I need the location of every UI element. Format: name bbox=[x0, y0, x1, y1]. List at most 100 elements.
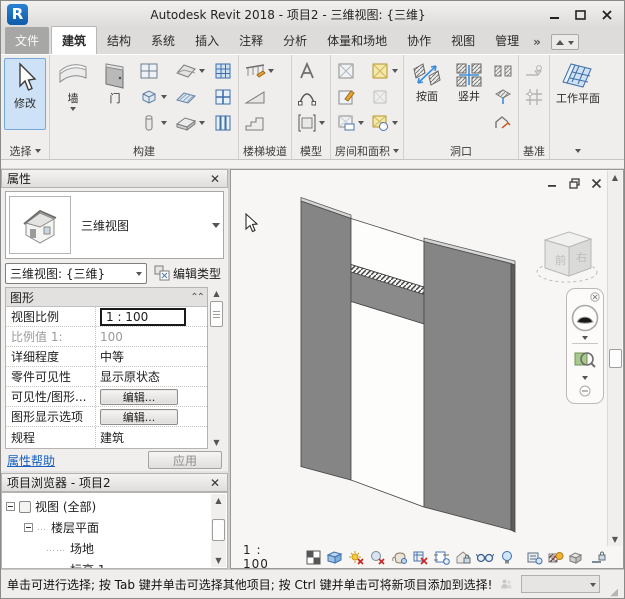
roof-button[interactable] bbox=[173, 58, 207, 83]
tab-annotate[interactable]: 注释 bbox=[229, 27, 273, 54]
instance-selector[interactable]: 三维视图: {三维} bbox=[5, 263, 147, 284]
view-cube-right-label[interactable]: 右 bbox=[576, 250, 587, 264]
edit-type-button[interactable]: 编辑类型 bbox=[151, 263, 224, 284]
view-cube-front-label[interactable]: 前 bbox=[555, 253, 566, 267]
properties-title-bar[interactable]: 属性 ✕ bbox=[1, 169, 228, 188]
ribbon-collapse-button[interactable] bbox=[551, 34, 579, 50]
tree-item-views[interactable]: 视图 (全部) bbox=[6, 496, 227, 517]
scroll-up-icon[interactable]: ▲ bbox=[213, 287, 219, 300]
column-button[interactable] bbox=[137, 110, 169, 135]
reveal-hidden-elements-icon[interactable] bbox=[498, 549, 515, 566]
navbar-close-icon[interactable] bbox=[590, 292, 600, 302]
view-close-icon[interactable] bbox=[591, 178, 602, 189]
revit-logo-icon[interactable]: R bbox=[7, 4, 28, 25]
tab-systems[interactable]: 系统 bbox=[141, 27, 185, 54]
detail-level-icon[interactable] bbox=[305, 549, 322, 566]
properties-help-link[interactable]: 属性帮助 bbox=[7, 452, 55, 469]
tag-room-button[interactable] bbox=[334, 110, 366, 135]
mullion-button[interactable] bbox=[211, 110, 235, 135]
scroll-up-icon[interactable]: ▲ bbox=[612, 171, 618, 184]
properties-close-icon[interactable]: ✕ bbox=[208, 172, 222, 186]
property-row[interactable]: 图形显示选项 编辑... bbox=[6, 407, 207, 427]
steering-wheel-icon[interactable] bbox=[570, 303, 600, 333]
window-button[interactable] bbox=[137, 58, 169, 83]
curtain-system-button[interactable] bbox=[211, 58, 235, 83]
scrollbar-thumb[interactable] bbox=[210, 301, 223, 327]
model-line-button[interactable] bbox=[295, 84, 327, 109]
room-button[interactable] bbox=[334, 58, 366, 83]
floor-button[interactable] bbox=[173, 110, 207, 135]
browser-title-bar[interactable]: 项目浏览器 - 项目2 ✕ bbox=[1, 473, 228, 492]
maximize-icon[interactable] bbox=[574, 8, 588, 22]
collapse-expander-icon[interactable] bbox=[24, 523, 33, 532]
panel-label-room-area[interactable]: 房间和面积 bbox=[331, 142, 403, 159]
scrollbar-thumb[interactable] bbox=[212, 519, 225, 541]
sun-path-icon[interactable] bbox=[347, 549, 364, 566]
tab-structure[interactable]: 结构 bbox=[97, 27, 141, 54]
view-scale-input[interactable]: 1 : 100 bbox=[100, 308, 186, 326]
panel-label-select[interactable]: 选择 bbox=[1, 142, 49, 159]
temporary-hide-isolate-icon[interactable] bbox=[476, 549, 494, 566]
tab-overflow-icon[interactable]: » bbox=[529, 30, 545, 54]
tab-analyze[interactable]: 分析 bbox=[273, 27, 317, 54]
view-scale-button[interactable]: 1 : 100 bbox=[243, 543, 291, 569]
locked-3d-view-icon[interactable] bbox=[455, 549, 472, 566]
view-restore-icon[interactable] bbox=[569, 178, 580, 189]
browser-close-icon[interactable]: ✕ bbox=[208, 476, 222, 490]
type-selector[interactable]: 三维视图 bbox=[5, 191, 224, 259]
railing-button[interactable] bbox=[242, 58, 276, 83]
canvas-vertical-scrollbar[interactable]: ▲ ▼ bbox=[607, 171, 622, 546]
panel-label-work-plane[interactable] bbox=[550, 142, 606, 159]
opening-by-face-button[interactable]: 按面 bbox=[407, 58, 447, 104]
worksharing-display-icon[interactable] bbox=[547, 549, 564, 566]
door-button[interactable]: 门 bbox=[95, 58, 135, 106]
property-row[interactable]: 视图比例 1 : 100 bbox=[6, 307, 207, 327]
shaft-opening-button[interactable]: 竖井 bbox=[449, 58, 489, 104]
wall-button[interactable]: 墙 bbox=[53, 58, 93, 111]
tab-architecture[interactable]: 建筑 bbox=[51, 26, 97, 54]
wall-opening-button[interactable] bbox=[491, 58, 515, 83]
stair-button[interactable] bbox=[242, 110, 276, 135]
tab-file[interactable]: 文件 bbox=[5, 27, 49, 54]
work-plane-button[interactable]: 工作平面 bbox=[553, 58, 603, 106]
minimize-icon[interactable] bbox=[548, 8, 562, 22]
tab-manage[interactable]: 管理 bbox=[485, 27, 529, 54]
crop-view-icon[interactable] bbox=[412, 549, 429, 566]
tree-item-floor-plans[interactable]: … 楼层平面 bbox=[6, 517, 227, 538]
view-cube[interactable]: 前 右 bbox=[531, 218, 609, 290]
tree-item-site[interactable]: …… 场地 bbox=[6, 538, 227, 559]
curtain-grid-button[interactable] bbox=[211, 84, 235, 109]
area-boundary-button[interactable] bbox=[368, 84, 400, 109]
tab-view[interactable]: 视图 bbox=[441, 27, 485, 54]
visibility-graphics-edit-button[interactable]: 编辑... bbox=[100, 389, 178, 405]
ramp-button[interactable] bbox=[242, 84, 276, 109]
vertical-opening-button[interactable] bbox=[491, 84, 515, 109]
temporary-view-properties-icon[interactable] bbox=[525, 549, 542, 566]
collapse-expander-icon[interactable] bbox=[6, 502, 15, 511]
render-dialog-icon[interactable] bbox=[390, 549, 407, 566]
apply-button[interactable]: 应用 bbox=[148, 451, 222, 469]
tree-item-level-1[interactable]: …… 标高 1 bbox=[6, 559, 227, 569]
model-text-button[interactable] bbox=[295, 58, 327, 83]
view-minimize-icon[interactable] bbox=[547, 178, 558, 189]
property-row[interactable]: 规程 建筑 bbox=[6, 427, 207, 447]
wall-right-panel[interactable] bbox=[424, 242, 511, 531]
zoom-dropdown-icon[interactable] bbox=[582, 376, 588, 383]
crop-region-icon[interactable] bbox=[433, 549, 450, 566]
property-row[interactable]: 可见性/图形... 编辑... bbox=[6, 387, 207, 407]
properties-scrollbar[interactable]: ▲ ▼ bbox=[209, 287, 224, 449]
tag-area-button[interactable] bbox=[368, 110, 400, 135]
wall-right-edge-face[interactable] bbox=[511, 264, 515, 533]
steering-wheel-dropdown-icon[interactable] bbox=[582, 336, 588, 343]
reveal-constraints-icon[interactable] bbox=[590, 549, 607, 566]
modify-button[interactable]: 修改 bbox=[4, 58, 46, 130]
scroll-up-icon[interactable]: ▲ bbox=[215, 494, 221, 507]
wall-left-panel[interactable] bbox=[301, 201, 351, 480]
scroll-down-icon[interactable]: ▼ bbox=[612, 533, 618, 546]
model-group-button[interactable] bbox=[295, 110, 327, 135]
browser-scrollbar[interactable]: ▲ ▼ bbox=[211, 494, 226, 567]
tab-massing-site[interactable]: 体量和场地 bbox=[317, 27, 397, 54]
ceiling-button[interactable] bbox=[173, 84, 207, 109]
tab-collaborate[interactable]: 协作 bbox=[397, 27, 441, 54]
resize-grip[interactable]: ◢ bbox=[610, 587, 618, 598]
